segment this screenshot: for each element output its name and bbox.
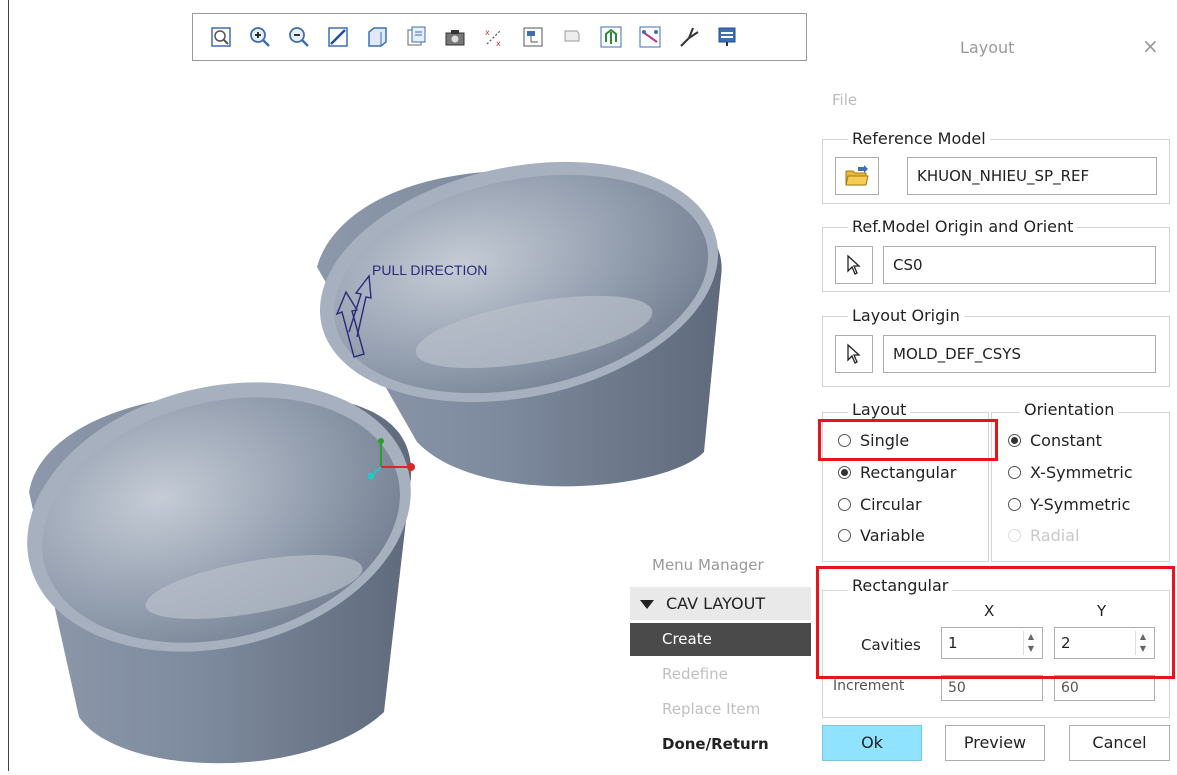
svg-text:x: x xyxy=(496,39,501,48)
cup-front xyxy=(27,382,412,764)
svg-text:x: x xyxy=(485,28,490,37)
dialog-title: Layout xyxy=(960,38,1015,57)
highlight-rectangular-group xyxy=(816,566,1175,679)
radio-x-symmetric[interactable]: X-Symmetric xyxy=(1008,463,1133,482)
layout-origin-label: Layout Origin xyxy=(848,306,964,325)
radio-circle xyxy=(838,498,851,511)
radio-circle-selected xyxy=(838,466,851,479)
folder-icon xyxy=(845,165,869,186)
spin-center-icon[interactable] xyxy=(593,21,629,53)
menu-item-redefine: Redefine xyxy=(662,665,728,683)
radio-y-symmetric[interactable]: Y-Symmetric xyxy=(1008,495,1130,514)
menu-manager-title: Menu Manager xyxy=(652,556,764,574)
annotation-icon[interactable] xyxy=(554,21,590,53)
radio-circle-selected xyxy=(1008,434,1021,447)
layout-origin-field[interactable]: MOLD_DEF_CSYS xyxy=(883,335,1156,373)
csys-icon[interactable] xyxy=(671,21,707,53)
ok-button[interactable]: Ok xyxy=(822,725,922,761)
orientation-label: Orientation xyxy=(1020,400,1119,419)
layer-icon[interactable] xyxy=(398,21,434,53)
radio-circle xyxy=(1008,466,1021,479)
reference-model-label: Reference Model xyxy=(848,129,990,148)
arrow-cursor-icon xyxy=(847,343,861,364)
menu-item-replace-item: Replace Item xyxy=(662,700,761,718)
appearance-icon[interactable] xyxy=(710,21,746,53)
pull-direction-label: PULL DIRECTION xyxy=(372,262,488,278)
highlight-single-option xyxy=(818,419,998,461)
radio-radial: Radial xyxy=(1008,526,1079,545)
arrow-cursor-icon xyxy=(847,254,861,275)
increment-label: Increment xyxy=(833,678,905,694)
preview-button[interactable]: Preview xyxy=(945,725,1045,761)
model-tree-icon[interactable] xyxy=(515,21,551,53)
menu-item-create[interactable]: Create xyxy=(630,623,811,656)
radio-circle xyxy=(838,529,851,542)
pull-direction-icon[interactable] xyxy=(632,21,668,53)
cav-layout-menu-header[interactable]: CAV LAYOUT xyxy=(630,587,811,620)
radio-circular[interactable]: Circular xyxy=(838,495,922,514)
ref-origin-label: Ref.Model Origin and Orient xyxy=(848,217,1078,236)
collapse-triangle-icon xyxy=(640,600,654,609)
radio-constant[interactable]: Constant xyxy=(1008,431,1102,450)
cancel-button[interactable]: Cancel xyxy=(1069,725,1170,761)
datum-display-icon[interactable]: xx xyxy=(476,21,512,53)
ref-origin-field[interactable]: CS0 xyxy=(883,246,1156,284)
saved-view-icon[interactable] xyxy=(359,21,395,53)
view-toolbar: xx xyxy=(192,13,807,61)
radio-variable[interactable]: Variable xyxy=(838,526,925,545)
radio-circle xyxy=(1008,498,1021,511)
select-layout-origin-button[interactable] xyxy=(835,335,873,373)
menu-file[interactable]: File xyxy=(832,91,857,109)
layout-type-label: Layout xyxy=(848,400,911,419)
zoom-out-icon[interactable] xyxy=(281,21,317,53)
menu-item-done-return[interactable]: Done/Return xyxy=(630,728,811,761)
refit-icon[interactable] xyxy=(203,21,239,53)
close-icon[interactable]: × xyxy=(1142,34,1159,58)
screenshot-icon[interactable] xyxy=(437,21,473,53)
zoom-in-icon[interactable] xyxy=(242,21,278,53)
open-folder-button[interactable] xyxy=(835,157,879,195)
radio-rectangular[interactable]: Rectangular xyxy=(838,463,956,482)
radio-circle xyxy=(1008,529,1021,542)
reference-model-field[interactable]: KHUON_NHIEU_SP_REF xyxy=(907,157,1157,195)
select-ref-origin-button[interactable] xyxy=(835,246,873,284)
repaint-icon[interactable] xyxy=(320,21,356,53)
